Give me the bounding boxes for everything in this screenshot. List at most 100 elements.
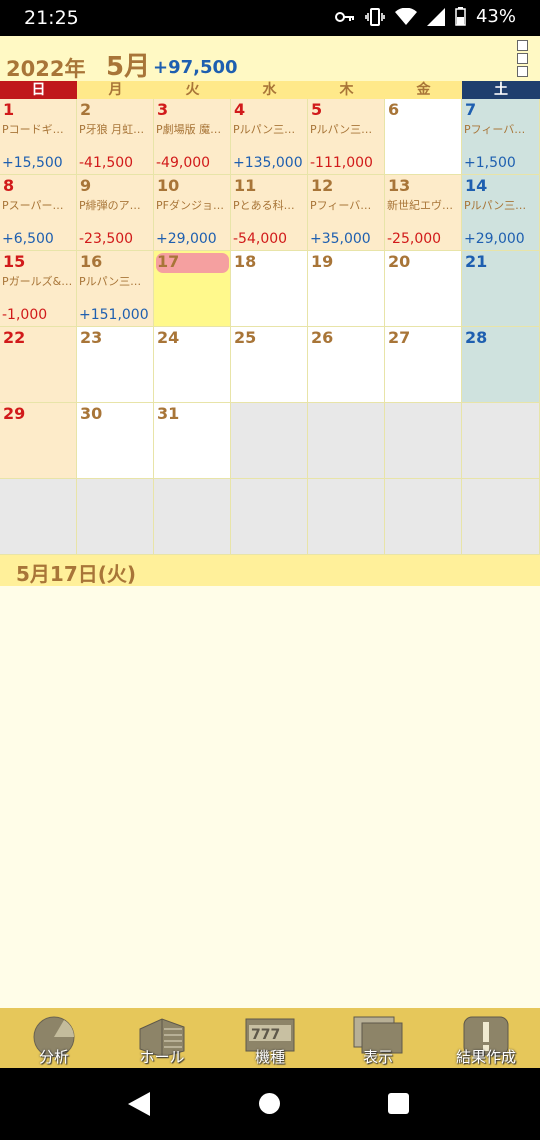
menu-box: [517, 40, 528, 51]
machine-name: Pコードギ…: [2, 123, 64, 136]
day-number: 13: [388, 176, 411, 195]
day-number: 4: [234, 100, 246, 119]
day-number: 30: [80, 404, 103, 423]
calendar-day-20[interactable]: 20: [385, 251, 462, 327]
calendar-day-5[interactable]: 5 Pルパン三… -111,000: [308, 99, 385, 175]
home-icon[interactable]: [259, 1093, 280, 1114]
machine-button[interactable]: 777 機種: [216, 1008, 324, 1068]
calendar-day-11[interactable]: 11 Pとある科… -54,000: [231, 175, 308, 251]
day-number: 5: [311, 100, 323, 119]
svg-text:777: 777: [251, 1027, 280, 1043]
calendar-day-13[interactable]: 13 新世紀エヴ… -25,000: [385, 175, 462, 251]
machine-name: Pとある科…: [233, 199, 295, 212]
results-button[interactable]: 結果作成: [432, 1008, 540, 1068]
weekday-fri: 金: [385, 81, 462, 99]
machine-name: P緋弾のア…: [79, 199, 141, 212]
battery-percent: 43%: [475, 6, 516, 27]
calendar-day-19[interactable]: 19: [308, 251, 385, 327]
recents-icon[interactable]: [388, 1093, 409, 1114]
day-number: 19: [311, 252, 334, 271]
calendar-empty-cell: [308, 403, 385, 479]
calendar-day-14[interactable]: 14 Pルパン三… +29,000: [462, 175, 540, 251]
calendar-day-24[interactable]: 24: [154, 327, 231, 403]
day-number: 23: [80, 328, 103, 347]
calendar-day-18[interactable]: 18: [231, 251, 308, 327]
calendar-day-12[interactable]: 12 Pフィーバ… +35,000: [308, 175, 385, 251]
system-nav-bar: [0, 1068, 540, 1140]
back-icon[interactable]: [128, 1092, 150, 1116]
day-number: 15: [3, 252, 26, 271]
calendar-day-2[interactable]: 2 P牙狼 月虹… -41,500: [77, 99, 154, 175]
day-number: 18: [234, 252, 257, 271]
machine-name: Pスーパー…: [2, 199, 64, 212]
calendar-day-9[interactable]: 9 P緋弾のア… -23,500: [77, 175, 154, 251]
options-menu-icon[interactable]: [517, 40, 529, 79]
selected-date-label: 5月17日(火): [16, 562, 137, 586]
month-label[interactable]: 5月: [106, 46, 150, 83]
calendar-day-6[interactable]: 6: [385, 99, 462, 175]
day-number: 16: [80, 252, 103, 271]
day-number: 21: [465, 252, 488, 271]
calendar-day-3[interactable]: 3 P劇場版 魔… -49,000: [154, 99, 231, 175]
bottom-toolbar: 分析 ホール 777 機種 表示 結果作成: [0, 1008, 540, 1068]
calendar-day-1[interactable]: 1 Pコードギ… +15,500: [0, 99, 77, 175]
calendar-header: 2022年 5月 +97,500: [0, 36, 540, 83]
machine-name: Pルパン三…: [79, 275, 142, 288]
day-number: 12: [311, 176, 334, 195]
hall-button[interactable]: ホール: [108, 1008, 216, 1068]
day-balance: +1,500: [464, 155, 516, 171]
calendar-empty-cell: [385, 403, 462, 479]
machine-name: PFダンジョ…: [156, 199, 224, 212]
weekday-header: 日 月 火 水 木 金 土: [0, 81, 540, 99]
calendar-day-27[interactable]: 27: [385, 327, 462, 403]
day-number: 6: [388, 100, 400, 119]
calendar-day-15[interactable]: 15 Pガールズ&… -1,000: [0, 251, 77, 327]
machine-name: Pルパン三…: [233, 123, 296, 136]
day-number: 22: [3, 328, 26, 347]
year-label[interactable]: 2022年: [6, 53, 85, 83]
calendar-empty-cell: [231, 479, 308, 555]
calendar-day-30[interactable]: 30: [77, 403, 154, 479]
day-number: 1: [3, 100, 15, 119]
day-number: 11: [234, 176, 257, 195]
weekday-sun: 日: [0, 81, 77, 99]
display-button[interactable]: 表示: [324, 1008, 432, 1068]
day-number: 26: [311, 328, 334, 347]
day-balance: +151,000: [79, 307, 149, 323]
analysis-label: 分析: [38, 1048, 69, 1066]
day-balance: -49,000: [156, 155, 211, 171]
calendar-empty-cell: [462, 403, 540, 479]
calendar-empty-cell: [308, 479, 385, 555]
calendar-day-28[interactable]: 28: [462, 327, 540, 403]
weekday-wed: 水: [231, 81, 308, 99]
analysis-button[interactable]: 分析: [0, 1008, 108, 1068]
day-number: 28: [465, 328, 488, 347]
calendar-day-21[interactable]: 21: [462, 251, 540, 327]
calendar-day-4[interactable]: 4 Pルパン三… +135,000: [231, 99, 308, 175]
calendar-day-8[interactable]: 8 Pスーパー… +6,500: [0, 175, 77, 251]
signal-icon: [426, 7, 445, 26]
calendar-day-22[interactable]: 22: [0, 327, 77, 403]
calendar-day-16[interactable]: 16 Pルパン三… +151,000: [77, 251, 154, 327]
machine-name: P牙狼 月虹…: [79, 123, 145, 136]
calendar-day-7[interactable]: 7 Pフィーバ… +1,500: [462, 99, 540, 175]
calendar-day-17[interactable]: 17: [154, 251, 231, 327]
calendar-day-26[interactable]: 26: [308, 327, 385, 403]
day-number: 31: [157, 404, 180, 423]
weekday-sat: 土: [462, 81, 540, 99]
calendar-day-10[interactable]: 10 PFダンジョ… +29,000: [154, 175, 231, 251]
day-balance: +29,000: [464, 231, 525, 247]
day-balance: -25,000: [387, 231, 442, 247]
day-number: 14: [465, 176, 488, 195]
calendar-day-25[interactable]: 25: [231, 327, 308, 403]
calendar-day-29[interactable]: 29: [0, 403, 77, 479]
day-number: 3: [157, 100, 169, 119]
calendar-day-23[interactable]: 23: [77, 327, 154, 403]
day-detail-area[interactable]: [0, 586, 540, 1008]
day-number: 9: [80, 176, 92, 195]
machine-name: Pガールズ&…: [2, 275, 73, 288]
display-label: 表示: [362, 1048, 393, 1066]
wifi-icon: [394, 7, 417, 25]
machine-name: Pルパン三…: [464, 199, 527, 212]
calendar-day-31[interactable]: 31: [154, 403, 231, 479]
